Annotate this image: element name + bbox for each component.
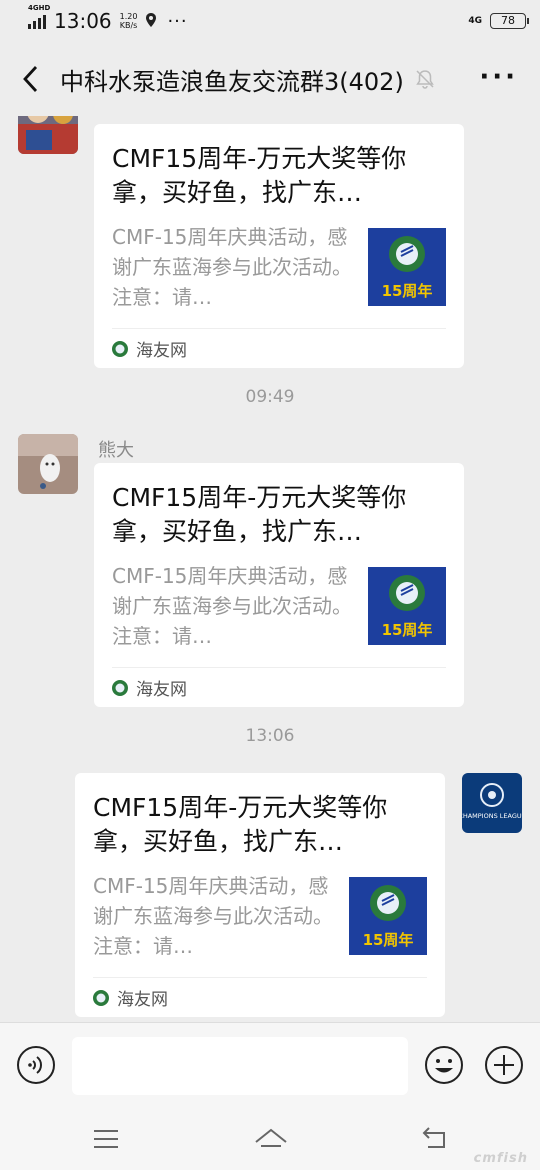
link-card[interactable]: CMF15周年-万元大奖等你拿，买好鱼，找广东… CMF-15周年庆典活动，感谢… [75, 773, 445, 1017]
source-icon [93, 989, 109, 1006]
home-icon[interactable] [253, 1124, 289, 1154]
status-time: 13:06 [54, 9, 112, 33]
back-nav-icon[interactable] [420, 1124, 450, 1154]
sender-avatar[interactable] [18, 116, 78, 154]
add-more-icon[interactable] [484, 1045, 524, 1085]
message-list[interactable]: CMF15周年-万元大奖等你拿，买好鱼，找广东… CMF-15周年庆典活动，感谢… [0, 116, 540, 1022]
card-title: CMF15周年-万元大奖等你拿，买好鱼，找广东… [93, 793, 388, 856]
timestamp: 13:06 [245, 726, 295, 746]
card-thumbnail: 15周年 [349, 877, 427, 955]
card-source: 海友网 [117, 990, 168, 1010]
svg-text:15周年: 15周年 [382, 621, 433, 639]
sender-avatar[interactable] [18, 434, 78, 494]
status-bar: 4GHD 13:06 1.20 KB/s ··· 4G 78 [0, 0, 540, 42]
input-bar [0, 1022, 540, 1108]
network-type: 4G [468, 16, 482, 26]
card-source: 海友网 [136, 341, 187, 361]
card-description: CMF-15周年庆典活动，感谢广东蓝海参与此次活动。注意：请… [93, 874, 333, 958]
network-speed: 1.20 KB/s [119, 12, 138, 30]
back-button[interactable] [0, 42, 60, 116]
self-avatar[interactable]: CHAMPIONS LEAGUE [462, 773, 522, 833]
card-description: CMF-15周年庆典活动，感谢广东蓝海参与此次活动。注意：请… [112, 225, 352, 309]
card-title: CMF15周年-万元大奖等你拿，买好鱼，找广东… [112, 144, 407, 207]
watermark: cmfish [473, 1151, 528, 1166]
source-icon [112, 679, 128, 696]
chat-title: 中科水泵造浪鱼友交流群3(402) [60, 67, 404, 96]
timestamp: 09:49 [245, 387, 295, 407]
svg-text:15周年: 15周年 [382, 282, 433, 300]
mute-bell-icon [415, 70, 434, 89]
chevron-left-icon [23, 66, 38, 92]
battery-icon: 78 [490, 13, 529, 29]
card-source: 海友网 [136, 680, 187, 700]
sender-name: 熊大 [98, 440, 134, 461]
svg-text:15周年: 15周年 [363, 931, 414, 949]
menu-icon[interactable] [91, 1124, 121, 1154]
chat-header: 中科水泵造浪鱼友交流群3(402) ··· [0, 42, 540, 116]
voice-input-icon[interactable] [16, 1045, 56, 1085]
card-title: CMF15周年-万元大奖等你拿，买好鱼，找广东… [112, 483, 407, 546]
more-notifications-icon: ··· [167, 10, 188, 32]
card-thumbnail: 15周年 [368, 228, 446, 306]
signal-icon: 4GHD [28, 4, 50, 29]
message-input[interactable] [72, 1037, 408, 1095]
system-nav-bar: cmfish [0, 1108, 540, 1170]
link-card[interactable]: CMF15周年-万元大奖等你拿，买好鱼，找广东… CMF-15周年庆典活动，感谢… [94, 124, 464, 368]
card-thumbnail: 15周年 [368, 567, 446, 645]
more-options-button[interactable]: ··· [479, 62, 518, 92]
emoji-icon[interactable] [424, 1045, 464, 1085]
svg-text:CHAMPIONS LEAGUE: CHAMPIONS LEAGUE [462, 812, 522, 820]
source-icon [112, 340, 128, 357]
link-card[interactable]: CMF15周年-万元大奖等你拿，买好鱼，找广东… CMF-15周年庆典活动，感谢… [94, 463, 464, 707]
card-description: CMF-15周年庆典活动，感谢广东蓝海参与此次活动。注意：请… [112, 564, 352, 648]
location-icon [145, 10, 157, 32]
